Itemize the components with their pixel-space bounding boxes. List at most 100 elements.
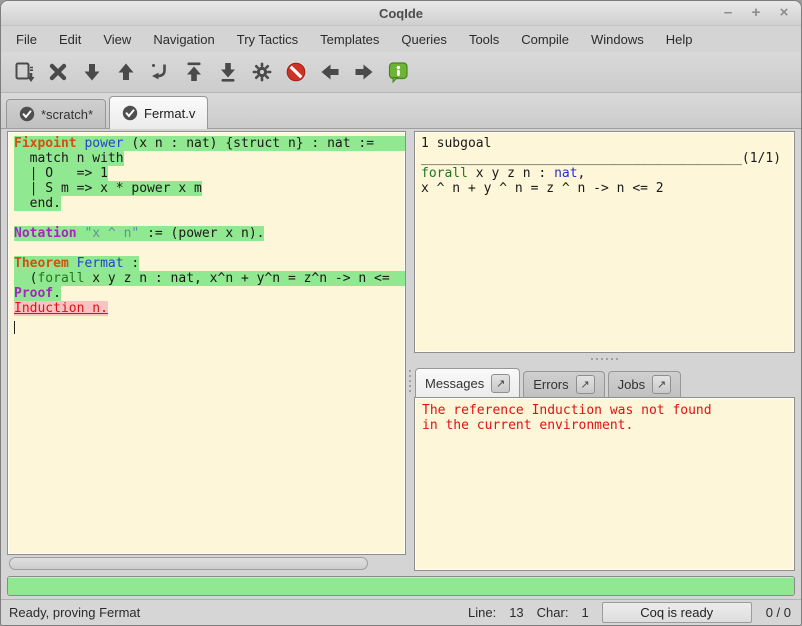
line-value: 13 <box>509 605 523 620</box>
close-button[interactable]: × <box>777 6 791 20</box>
run-to-end-button[interactable] <box>211 56 245 88</box>
code-line: The reference Induction was not found <box>422 403 794 418</box>
code-line <box>14 316 405 331</box>
step-backward-button[interactable] <box>109 56 143 88</box>
status-text: Ready, proving Fermat <box>9 605 140 620</box>
code-line: Proof. <box>14 286 405 301</box>
horizontal-scrollbar <box>7 555 406 571</box>
menu-item-try-tactics[interactable]: Try Tactics <box>226 28 309 51</box>
code-line <box>14 211 405 226</box>
menu-item-edit[interactable]: Edit <box>48 28 92 51</box>
arrow-up-icon <box>114 60 138 84</box>
progress-row <box>1 571 801 599</box>
check-circle-icon <box>19 106 35 122</box>
code-line: 1 subgoal <box>421 136 794 151</box>
next-button[interactable] <box>347 56 381 88</box>
menu-item-help[interactable]: Help <box>655 28 704 51</box>
code-line: Induction n. <box>14 301 405 316</box>
char-label: Char: <box>537 605 569 620</box>
proof-column: 1 subgoal_______________________________… <box>414 131 795 571</box>
go-to-cursor-button[interactable] <box>143 56 177 88</box>
code-line: | S m => x * power x m <box>14 181 405 196</box>
minimize-button[interactable]: – <box>721 6 735 20</box>
detach-icon[interactable]: ↗ <box>491 374 510 393</box>
code-line: x ^ n + y ^ n = z ^ n -> n <= 2 <box>421 181 794 196</box>
toolbar <box>1 52 801 93</box>
menu-item-queries[interactable]: Queries <box>390 28 458 51</box>
detach-icon[interactable]: ↗ <box>576 375 595 394</box>
gear-icon <box>250 60 274 84</box>
arrow-left-icon <box>318 60 342 84</box>
coq-state-indicator[interactable]: Coq is ready <box>602 602 752 623</box>
code-line: in the current environment. <box>422 418 794 433</box>
close-doc-icon <box>46 60 70 84</box>
horizontal-splitter[interactable] <box>414 353 795 365</box>
vertical-splitter[interactable] <box>406 131 414 571</box>
script-column: Fixpoint power (x n : nat) {struct n} : … <box>7 131 406 571</box>
progress-bar <box>7 576 795 596</box>
arrow-down-to-bar-icon <box>216 60 240 84</box>
save-icon <box>12 60 36 84</box>
previous-button[interactable] <box>313 56 347 88</box>
code-line: Theorem Fermat : <box>14 256 405 271</box>
editor-tab-bar: *scratch* Fermat.v <box>1 93 801 129</box>
title-bar: CoqIde – + × <box>1 1 801 26</box>
messages-tab-jobs[interactable]: Jobs ↗ <box>608 371 681 397</box>
menu-item-windows[interactable]: Windows <box>580 28 655 51</box>
code-line: Notation "x ^ n" := (power x n). <box>14 226 405 241</box>
splitter-handle-dots <box>591 358 618 360</box>
status-bar: Ready, proving Fermat Line: 13 Char: 1 C… <box>1 599 801 625</box>
code-line: ________________________________________… <box>421 151 794 166</box>
splitter-handle-dots <box>409 370 411 392</box>
tab-label: Fermat.v <box>144 106 195 121</box>
check-circle-icon <box>122 105 138 121</box>
go-to-cursor-icon <box>148 60 172 84</box>
close-doc-button[interactable] <box>41 56 75 88</box>
window-title: CoqIde <box>379 6 423 21</box>
char-value: 1 <box>581 605 588 620</box>
code-line: (forall x y z n : nat, x^n + y^n = z^n -… <box>14 271 405 286</box>
tab-label: Jobs <box>618 377 645 392</box>
step-forward-button[interactable] <box>75 56 109 88</box>
menu-bar: FileEditViewNavigationTry TacticsTemplat… <box>1 26 801 52</box>
arrow-up-to-bar-icon <box>182 60 206 84</box>
progress-fill <box>8 577 794 595</box>
menu-item-navigation[interactable]: Navigation <box>142 28 225 51</box>
scrollbar-thumb[interactable] <box>9 557 368 570</box>
main-area: Fixpoint power (x n : nat) {struct n} : … <box>1 129 801 571</box>
window-controls: – + × <box>721 1 791 25</box>
editor-tab-fermat-v[interactable]: Fermat.v <box>109 96 208 129</box>
code-line <box>14 241 405 256</box>
menu-item-templates[interactable]: Templates <box>309 28 390 51</box>
code-line: forall x y z n : nat, <box>421 166 794 181</box>
menu-item-file[interactable]: File <box>5 28 48 51</box>
menu-item-view[interactable]: View <box>92 28 142 51</box>
tab-label: Errors <box>533 377 568 392</box>
worker-counter: 0 / 0 <box>766 605 791 620</box>
menu-item-tools[interactable]: Tools <box>458 28 510 51</box>
messages-tab-messages[interactable]: Messages ↗ <box>415 368 520 398</box>
status-right: Line: 13 Char: 1 Coq is ready 0 / 0 <box>468 602 791 623</box>
stop-sign-icon <box>284 60 308 84</box>
detach-icon[interactable]: ↗ <box>652 375 671 394</box>
messages-tab-errors[interactable]: Errors ↗ <box>523 371 604 397</box>
messages-pane[interactable]: The reference Induction was not foundin … <box>414 397 795 571</box>
maximize-button[interactable]: + <box>749 6 763 20</box>
tab-label: *scratch* <box>41 107 93 122</box>
code-line: match n with <box>14 151 405 166</box>
goals-pane[interactable]: 1 subgoal_______________________________… <box>414 131 795 353</box>
about-button[interactable] <box>381 56 415 88</box>
script-editor[interactable]: Fixpoint power (x n : nat) {struct n} : … <box>7 131 406 555</box>
restart-button[interactable] <box>177 56 211 88</box>
arrow-right-icon <box>352 60 376 84</box>
info-bubble-icon <box>386 60 410 84</box>
tab-label: Messages <box>425 376 484 391</box>
preferences-button[interactable] <box>245 56 279 88</box>
arrow-down-icon <box>80 60 104 84</box>
save-button[interactable] <box>7 56 41 88</box>
menu-item-compile[interactable]: Compile <box>510 28 580 51</box>
messages-tab-bar: Messages ↗ Errors ↗ Jobs ↗ <box>414 365 795 397</box>
editor-tab--scratch-[interactable]: *scratch* <box>6 99 106 128</box>
interrupt-button[interactable] <box>279 56 313 88</box>
code-line: Fixpoint power (x n : nat) {struct n} : … <box>14 136 405 151</box>
